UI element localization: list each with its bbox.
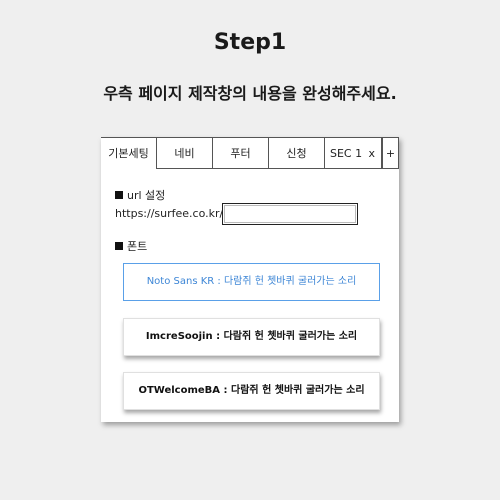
url-input[interactable]: [222, 203, 358, 225]
tab-label: 신청: [286, 147, 307, 160]
step-title: Step1: [213, 30, 287, 55]
plus-icon: +: [385, 147, 396, 160]
font-option-imcresoojin[interactable]: ImcreSoojin : 다람쥐 헌 쳇바퀴 굴러가는 소리: [123, 318, 380, 356]
tab-footer[interactable]: 푸터: [213, 137, 269, 169]
tab-apply[interactable]: 신청: [269, 137, 325, 169]
font-option-noto-sans-kr[interactable]: Noto Sans KR : 다람쥐 헌 쳇바퀴 굴러가는 소리: [123, 263, 380, 301]
tab-label: 푸터: [230, 147, 251, 160]
tab-label: SEC 1: [330, 147, 363, 160]
font-section-label: 폰트: [115, 238, 147, 254]
page: Step1 우측 페이지 제작창의 내용을 완성해주세요. 기본세팅 네비 푸터…: [0, 0, 500, 500]
tab-nav[interactable]: 네비: [157, 137, 213, 169]
square-bullet-icon: [115, 191, 123, 199]
tab-label: 네비: [174, 147, 195, 160]
instruction-text: 우측 페이지 제작창의 내용을 완성해주세요.: [103, 84, 397, 103]
tab-basic-settings[interactable]: 기본세팅: [101, 137, 157, 169]
close-icon[interactable]: x: [368, 138, 375, 169]
editor-panel: 기본세팅 네비 푸터 신청 SEC 1 x + url 설정 https://s…: [101, 137, 399, 422]
font-option-otwelcomeba[interactable]: OTWelcomeBA : 다람쥐 헌 쳇바퀴 굴러가는 소리: [123, 372, 380, 410]
square-bullet-icon: [115, 242, 123, 250]
tab-bar: 기본세팅 네비 푸터 신청 SEC 1 x +: [101, 137, 399, 169]
url-prefix: https://surfee.co.kr/: [115, 207, 224, 220]
tab-label: 기본세팅: [108, 147, 149, 160]
add-tab-button[interactable]: +: [382, 137, 399, 169]
url-section-label-text: url 설정: [127, 189, 166, 202]
tab-section-1[interactable]: SEC 1 x: [325, 137, 382, 169]
url-section-label: url 설정: [115, 187, 165, 203]
font-section-label-text: 폰트: [127, 240, 148, 253]
